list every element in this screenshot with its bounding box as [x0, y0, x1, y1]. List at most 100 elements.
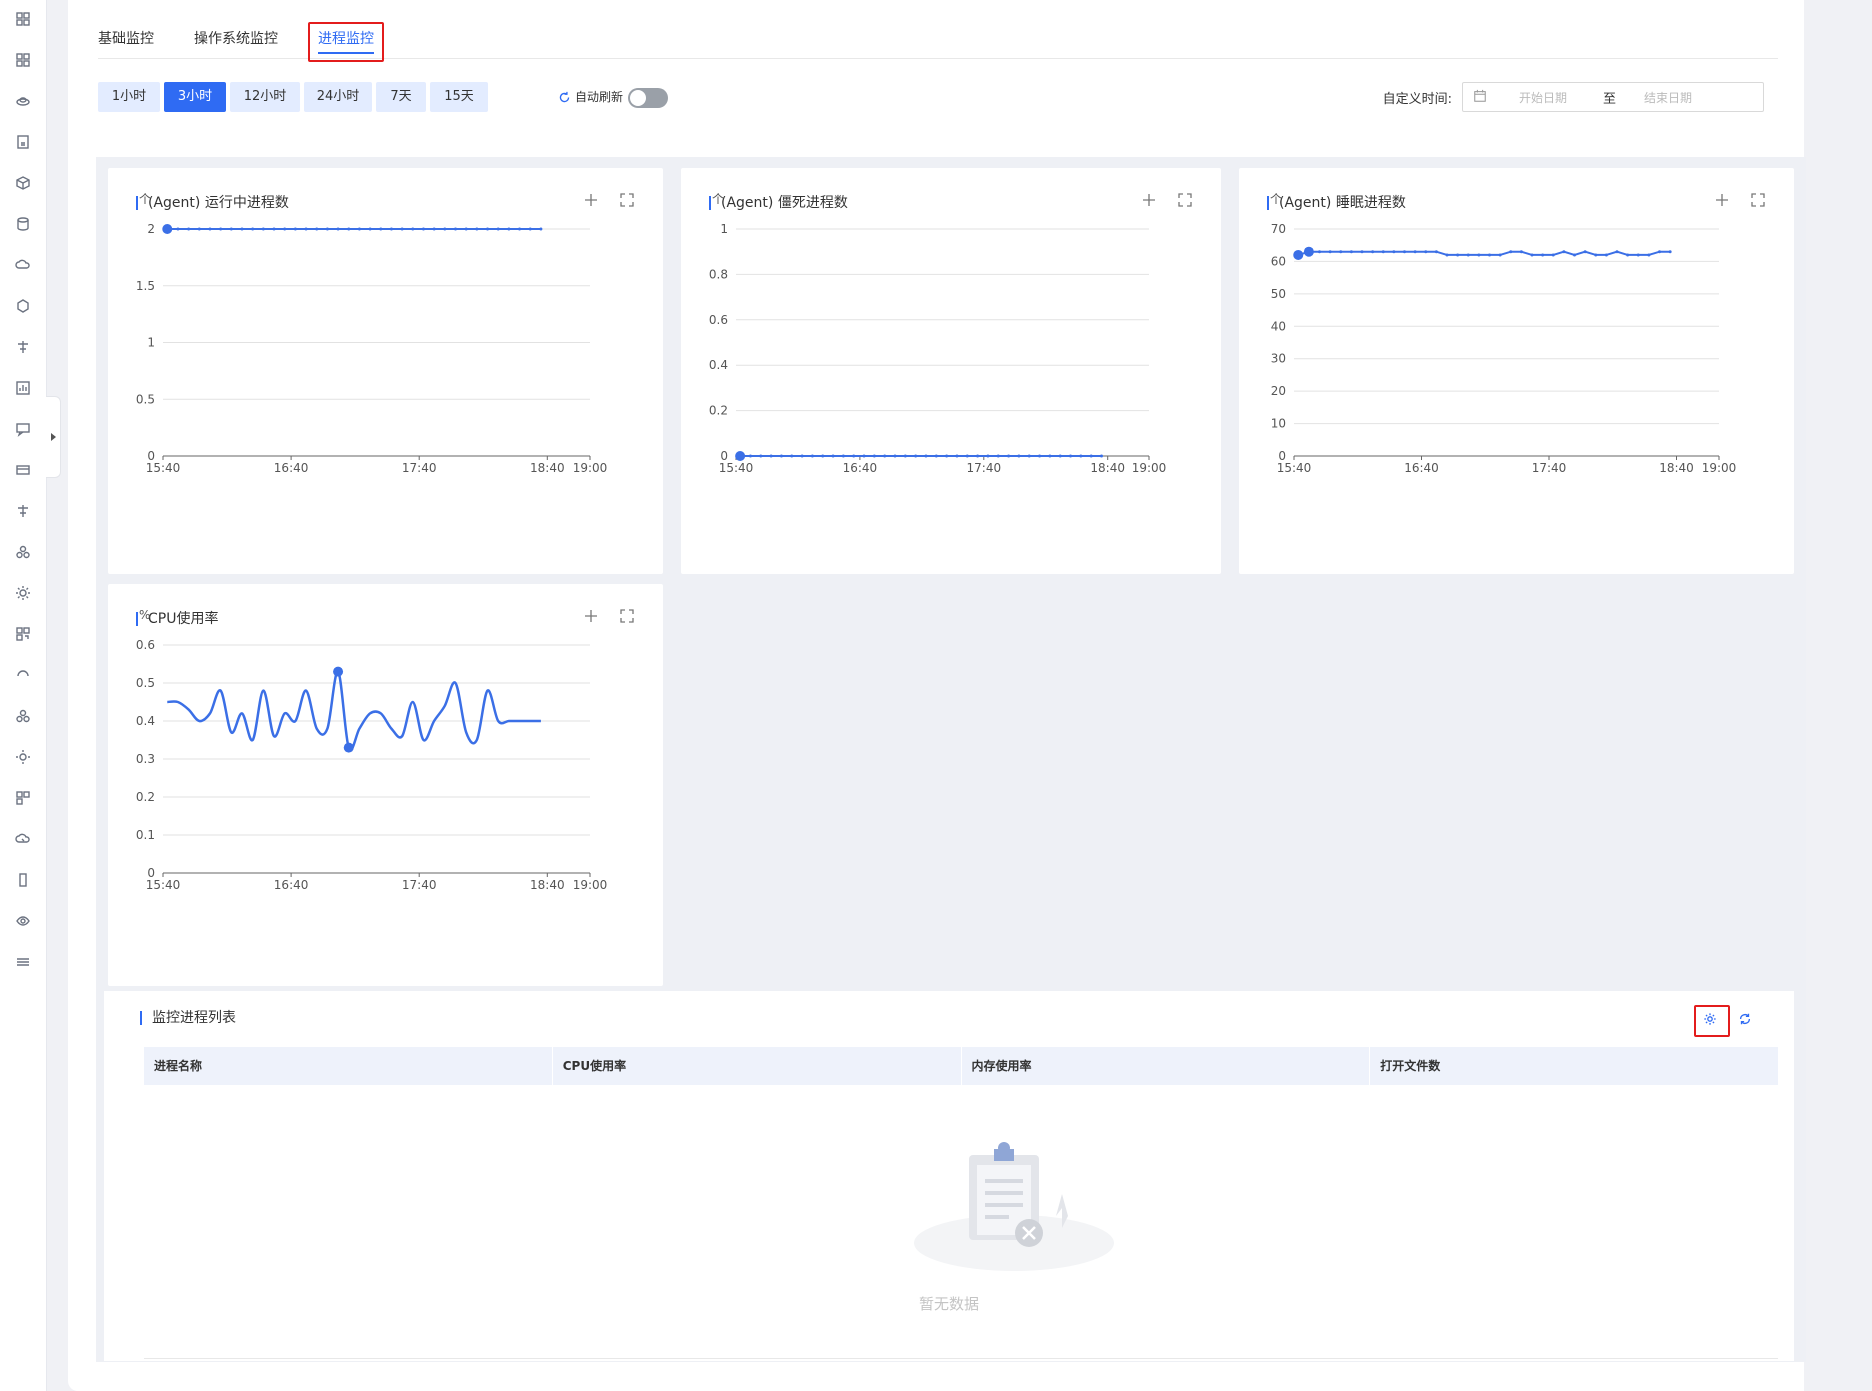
y-unit-label: 个 [712, 192, 724, 206]
data-point [518, 227, 522, 231]
chart-svg: 个00.20.40.60.8115:40 16:40 17:40 18:40 19:00 [709, 192, 1166, 475]
dashboard-icon[interactable] [12, 49, 34, 71]
data-point [1604, 253, 1608, 257]
process-table-header: 进程名称 CPU使用率 内存使用率 打开文件数 [144, 1047, 1778, 1085]
data-point [539, 227, 543, 231]
y-tick-label: 30 [1271, 352, 1286, 366]
column-cpu-usage[interactable]: CPU使用率 [553, 1047, 962, 1085]
tree-icon[interactable] [12, 500, 34, 522]
y-tick-label: 1.5 [136, 279, 155, 293]
highlight-box-tab [308, 22, 384, 62]
file-icon[interactable] [12, 131, 34, 153]
data-point [464, 227, 468, 231]
network-icon[interactable] [12, 336, 34, 358]
data-point [1392, 250, 1396, 254]
data-point [1424, 250, 1428, 254]
data-point [1434, 250, 1438, 254]
data-point [1583, 250, 1587, 254]
refresh-list-button[interactable] [1736, 1005, 1754, 1033]
data-point [872, 454, 876, 458]
tab-os-monitor[interactable]: 操作系统监控 [194, 22, 278, 56]
database-icon[interactable] [12, 213, 34, 235]
data-point [883, 454, 887, 458]
range-3h-button[interactable]: 3小时 [164, 82, 226, 112]
data-point [1488, 253, 1491, 257]
sun-icon[interactable] [12, 582, 34, 604]
auto-refresh-label: 自动刷新 [575, 90, 624, 104]
data-point [1058, 454, 1062, 458]
range-15d-button[interactable]: 15天 [430, 82, 488, 112]
data-point [1636, 253, 1640, 257]
message-icon[interactable] [12, 418, 34, 440]
auto-refresh-switch[interactable] [628, 88, 668, 108]
x-tick-label: 19:00 [573, 878, 608, 892]
y-unit-label: % [139, 608, 150, 622]
column-memory-usage[interactable]: 内存使用率 [962, 1047, 1371, 1085]
sun-icon-2[interactable] [12, 746, 34, 768]
range-7d-button[interactable]: 7天 [376, 82, 426, 112]
data-point [1069, 454, 1073, 458]
y-tick-label: 0.4 [136, 714, 155, 728]
server-rack-icon[interactable] [12, 951, 34, 973]
x-tick-label: 15:40 [146, 878, 181, 892]
settings-button[interactable] [1694, 1005, 1730, 1037]
sidebar-toggle[interactable] [46, 396, 61, 478]
column-process-name[interactable]: 进程名称 [144, 1047, 553, 1085]
data-point [821, 454, 825, 458]
tab-basic-monitor[interactable]: 基础监控 [98, 22, 154, 56]
qr-icon[interactable] [12, 623, 34, 645]
data-point [790, 454, 794, 458]
apps-icon[interactable] [12, 8, 34, 30]
cluster-icon[interactable] [12, 541, 34, 563]
cloud-sync-icon[interactable] [12, 828, 34, 850]
range-1h-button[interactable]: 1小时 [98, 82, 160, 112]
range-12h-button[interactable]: 12小时 [230, 82, 300, 112]
data-point [955, 454, 959, 458]
x-tick-label: 15:40 [1277, 461, 1312, 475]
data-point [1541, 253, 1545, 257]
hexagon-icon[interactable] [12, 295, 34, 317]
x-tick-label: 18:40 [1090, 461, 1125, 475]
data-point [1551, 253, 1555, 257]
table-bottom-line [144, 1358, 1778, 1359]
mobile-icon[interactable] [12, 869, 34, 891]
card-icon[interactable] [12, 459, 34, 481]
arc-icon[interactable] [12, 664, 34, 686]
cloud-icon[interactable] [12, 90, 34, 112]
data-point [496, 227, 500, 231]
y-tick-label: 0.6 [709, 313, 728, 327]
data-point [934, 454, 938, 458]
start-date-input[interactable]: 开始日期 [1519, 89, 1567, 106]
data-point [903, 454, 907, 458]
calendar-icon [1474, 89, 1486, 102]
x-tick-label: 17:40 [402, 461, 437, 475]
data-point [421, 227, 425, 231]
eye-icon[interactable] [12, 910, 34, 932]
data-point [325, 227, 329, 231]
switch-knob [630, 90, 646, 106]
data-point [1509, 250, 1513, 254]
date-range-picker[interactable]: 开始日期 至 结束日期 [1462, 82, 1764, 112]
cube-icon[interactable] [12, 172, 34, 194]
data-point [759, 454, 763, 458]
range-24h-button[interactable]: 24小时 [304, 82, 372, 112]
chart-icon[interactable] [12, 377, 34, 399]
data-point [965, 454, 969, 458]
y-tick-label: 70 [1271, 222, 1286, 236]
end-date-input[interactable]: 结束日期 [1644, 89, 1692, 106]
cluster-icon-2[interactable] [12, 705, 34, 727]
left-sidebar [0, 0, 47, 1391]
data-point [400, 227, 404, 231]
data-point [197, 227, 201, 231]
column-open-files[interactable]: 打开文件数 [1370, 1047, 1778, 1085]
y-tick-label: 0.1 [136, 828, 155, 842]
x-tick-label: 18:40 [1659, 461, 1694, 475]
data-point [475, 227, 479, 231]
y-tick-label: 0.2 [136, 790, 155, 804]
data-point [1371, 250, 1375, 254]
y-tick-label: 0.5 [136, 392, 155, 406]
y-tick-label: 60 [1271, 254, 1286, 268]
qr-icon-2[interactable] [12, 787, 34, 809]
cloud-server-icon[interactable] [12, 254, 34, 276]
data-point-first [162, 224, 173, 234]
